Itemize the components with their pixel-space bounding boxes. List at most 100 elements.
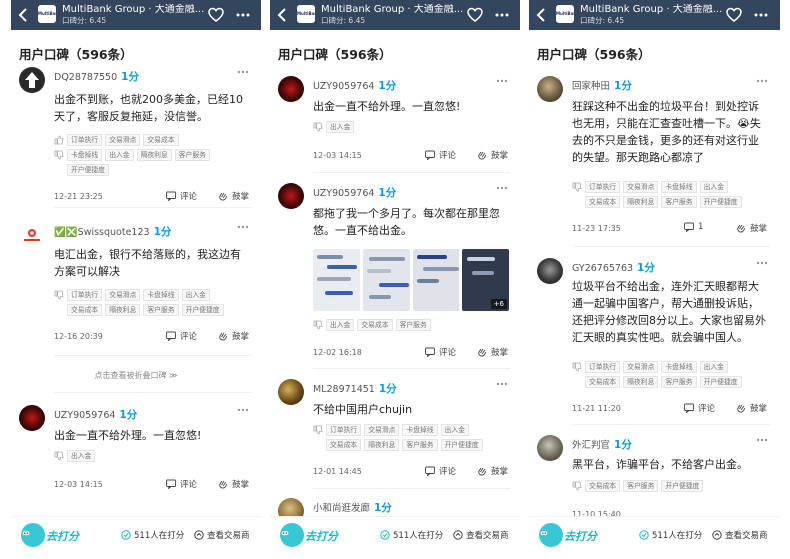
- tag: 出入金: [699, 180, 728, 193]
- username[interactable]: UZY9059764 1分: [313, 78, 396, 93]
- review-score: 1分: [119, 409, 138, 421]
- view-broker-button[interactable]: 查看交易商: [453, 529, 509, 541]
- avatar[interactable]: [278, 183, 304, 209]
- rate-button[interactable]: 去打分: [21, 523, 81, 551]
- comment-button[interactable]: 1: [684, 222, 703, 232]
- username[interactable]: ✅❎Swissquote123 1分: [54, 224, 171, 239]
- clap-button[interactable]: 鼓掌: [218, 478, 249, 490]
- photo-thumbnail[interactable]: [313, 249, 360, 311]
- comment-button[interactable]: 评论: [425, 149, 456, 161]
- clap-button[interactable]: 鼓掌: [477, 149, 508, 161]
- username[interactable]: 外汇判官 1分: [572, 437, 632, 452]
- username[interactable]: DQ28787550 1分: [54, 69, 139, 84]
- more-icon[interactable]: [756, 78, 768, 84]
- review-text: 出金一直不给外理。一直忽悠!: [54, 429, 202, 442]
- more-icon[interactable]: [496, 185, 508, 191]
- tag: 交易成本: [585, 375, 621, 388]
- tag: 出入金: [67, 449, 96, 462]
- more-options-icon[interactable]: [235, 7, 251, 23]
- avatar[interactable]: [278, 76, 304, 102]
- review-meta: 12-01 14:45 评论 鼓掌: [313, 465, 512, 479]
- view-broker-label: 查看交易商: [466, 531, 509, 541]
- heart-icon[interactable]: [467, 7, 483, 23]
- comment-button[interactable]: 评论: [684, 402, 715, 414]
- tag: 开户便捷度: [699, 375, 742, 388]
- clap-label: 鼓掌: [750, 404, 768, 414]
- clap-button[interactable]: 鼓掌: [218, 330, 249, 342]
- more-icon[interactable]: [237, 407, 249, 413]
- photo-thumbnail[interactable]: [362, 249, 410, 311]
- back-arrow-icon[interactable]: [533, 6, 549, 24]
- more-icon[interactable]: [496, 381, 508, 387]
- tag: 客户服务: [623, 479, 659, 492]
- photo-thumbnail[interactable]: +6: [462, 249, 509, 311]
- review-date: 12-21 23:25: [54, 192, 103, 201]
- more-icon[interactable]: [756, 260, 768, 266]
- photo-thumbnail[interactable]: [412, 249, 460, 311]
- avatar[interactable]: [19, 67, 45, 93]
- avatar[interactable]: [537, 435, 563, 461]
- negative-tags: 出入金: [313, 120, 512, 133]
- heart-icon[interactable]: [726, 7, 742, 23]
- comment-label: 评论: [180, 332, 198, 342]
- username[interactable]: 回家种田 1分: [572, 78, 632, 93]
- chat-bubble: [317, 255, 343, 259]
- avatar[interactable]: [19, 405, 45, 431]
- comment-button[interactable]: 评论: [425, 346, 456, 358]
- more-options-icon[interactable]: [494, 7, 510, 23]
- rating-count: 511人在打分: [380, 529, 443, 541]
- rate-button[interactable]: 去打分: [539, 523, 599, 551]
- username[interactable]: GY26765763 1分: [572, 260, 655, 275]
- review-tags: 订单执行 交易滑点 卡盘掉线 出入金 交易成本 隔夜利息 客户服务 开户便捷度: [54, 288, 253, 318]
- chat-bubble: [327, 265, 357, 269]
- comment-button[interactable]: 评论: [425, 465, 456, 477]
- back-arrow-icon[interactable]: [15, 6, 31, 24]
- comment-button[interactable]: 评论: [166, 478, 197, 490]
- username[interactable]: ML28971451 1分: [313, 381, 397, 396]
- section-title: 用户口碑（596条）: [278, 47, 392, 62]
- clap-button[interactable]: 鼓掌: [477, 346, 508, 358]
- clap-button[interactable]: 鼓掌: [736, 402, 767, 414]
- tag: 交易成本: [326, 438, 362, 451]
- username[interactable]: UZY9059764 1分: [313, 185, 396, 200]
- avatar[interactable]: [537, 258, 563, 284]
- tag: 隔夜利息: [623, 195, 659, 208]
- username[interactable]: UZY9059764 1分: [54, 407, 137, 422]
- tag: 交易成本: [357, 318, 393, 331]
- review-photos[interactable]: +6: [313, 249, 509, 311]
- chat-bubble: [317, 277, 351, 281]
- thumbs-down-icon: [54, 150, 64, 159]
- more-icon[interactable]: [237, 69, 249, 75]
- heart-icon[interactable]: [208, 7, 224, 23]
- avatar[interactable]: [21, 224, 43, 246]
- rate-button[interactable]: 去打分: [280, 523, 340, 551]
- negative-tags: 出入金 交易成本 客户服务: [313, 318, 512, 331]
- chat-bubble: [467, 257, 496, 261]
- comment-label: 评论: [180, 192, 198, 202]
- more-options-icon[interactable]: [753, 7, 769, 23]
- clap-button[interactable]: 鼓掌: [736, 222, 767, 234]
- thumbs-up-icon: [54, 135, 64, 144]
- tag: 交易滑点: [105, 288, 141, 301]
- username[interactable]: 小和尚逛发廊 1分: [313, 500, 392, 515]
- broker-logo: MultiBank: [556, 5, 574, 23]
- view-icon: [453, 530, 463, 540]
- folded-reviews-link[interactable]: 点击查看被折叠口碑 ≫: [11, 370, 261, 381]
- review-meta: 12-03 14:15 评论 鼓掌: [54, 478, 253, 492]
- more-icon[interactable]: [756, 437, 768, 443]
- view-broker-button[interactable]: 查看交易商: [194, 529, 250, 541]
- comment-icon: [425, 347, 435, 357]
- comment-button[interactable]: 评论: [166, 330, 197, 342]
- clap-button[interactable]: 鼓掌: [218, 190, 249, 202]
- comment-button[interactable]: 评论: [166, 190, 197, 202]
- tag: 出入金: [105, 148, 134, 161]
- back-arrow-icon[interactable]: [274, 6, 290, 24]
- avatar[interactable]: [278, 379, 304, 405]
- more-icon[interactable]: [237, 224, 249, 230]
- avatar[interactable]: [537, 76, 563, 102]
- clap-button[interactable]: 鼓掌: [477, 465, 508, 477]
- more-icon[interactable]: [496, 78, 508, 84]
- view-broker-button[interactable]: 查看交易商: [712, 529, 768, 541]
- screen-1: MultiBank MultiBank Group · 大通金融... 口碑分:…: [11, 0, 261, 559]
- username-text: DQ28787550: [54, 72, 118, 83]
